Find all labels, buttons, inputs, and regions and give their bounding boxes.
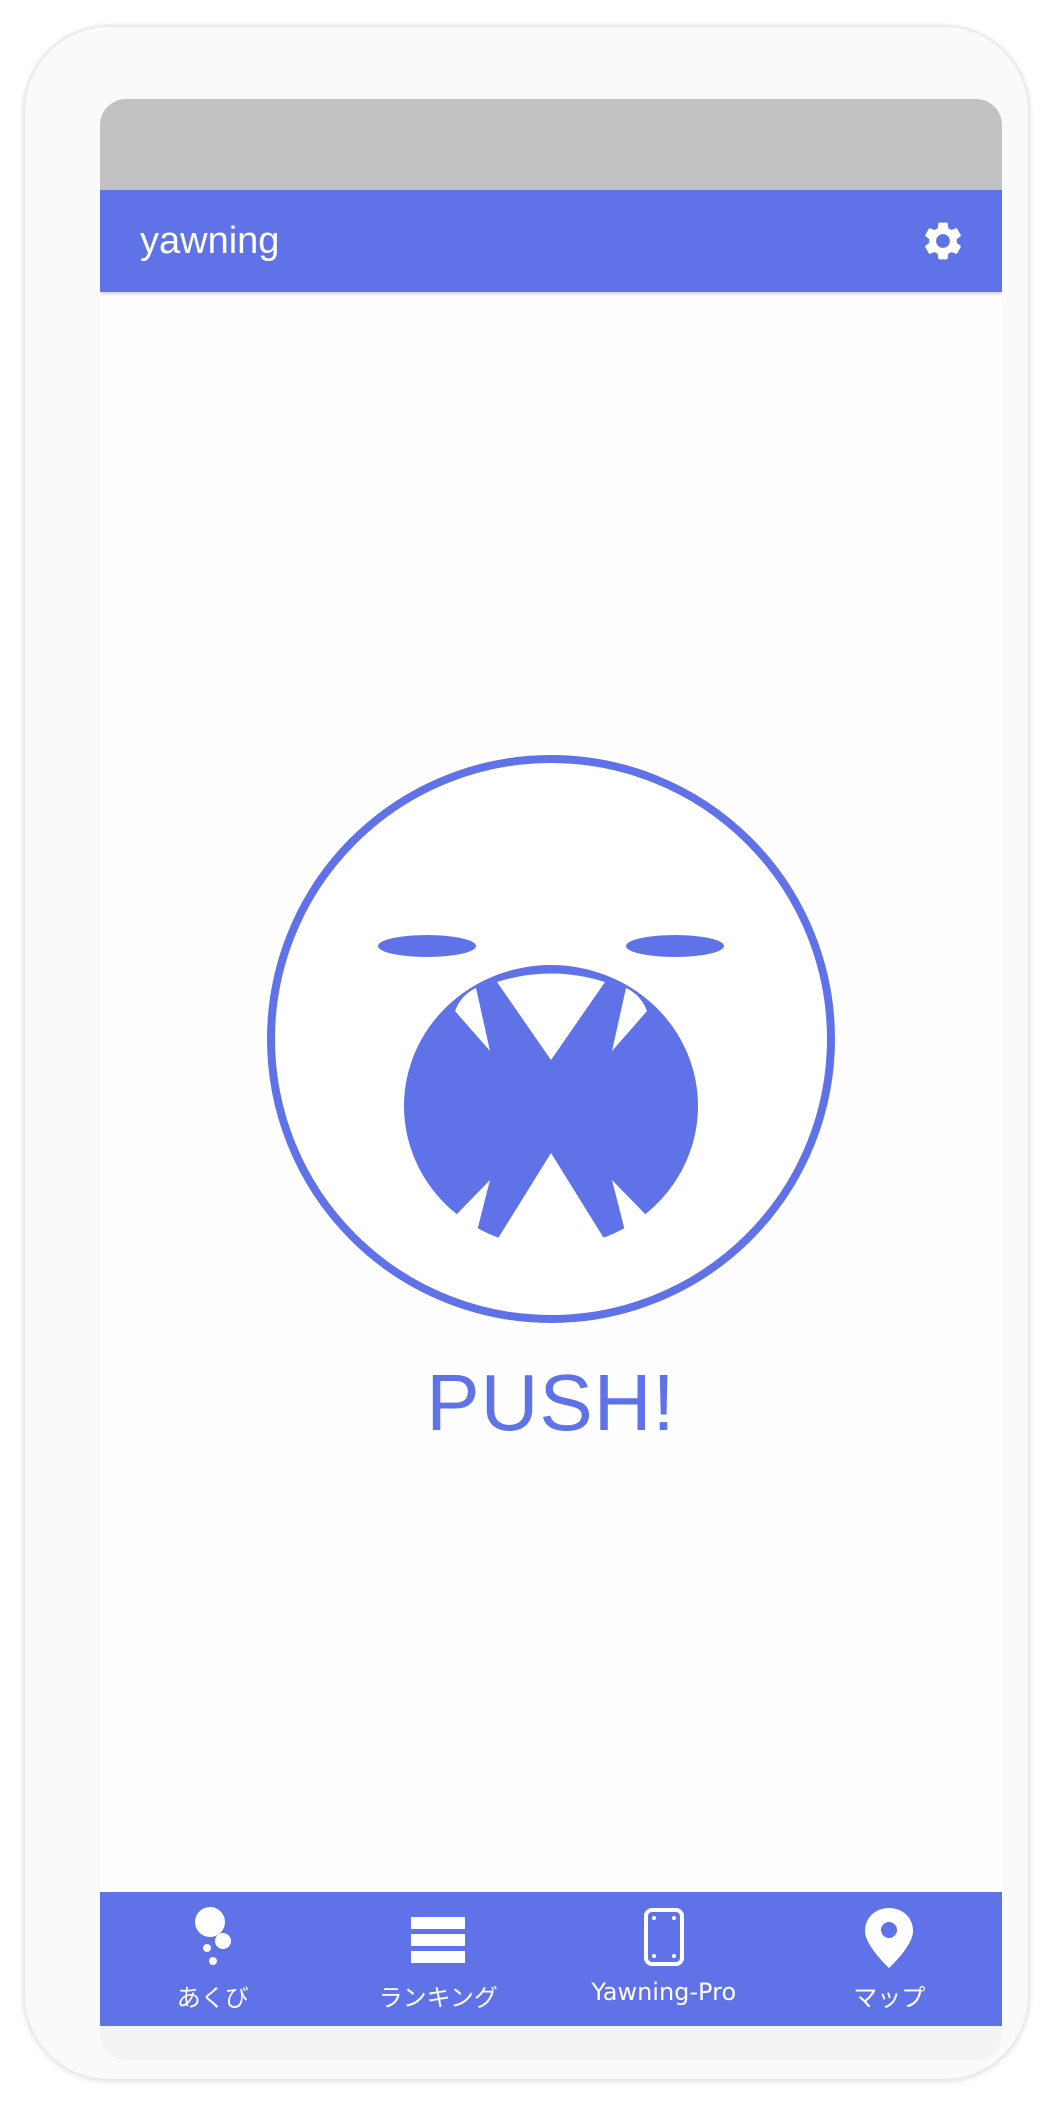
bubbles-icon [194,1907,231,1965]
phone-frame-icon [643,1908,684,1966]
yawn-button[interactable] [265,753,837,1325]
nav-item-map[interactable]: マップ [777,1892,1003,2026]
nav-item-ranking[interactable]: ランキング [326,1892,552,2026]
app-title: yawning [140,220,280,262]
status-bar [100,99,1002,190]
nav-label: ランキング [378,1984,498,2012]
push-label[interactable]: PUSH! [100,1357,1002,1449]
app-screen: yawning PUSH! あくび ランキング Yawning-Pro マップ [100,99,1002,2060]
map-pin-icon [865,1908,914,1968]
system-nav-strip [100,2026,1002,2060]
yawning-face-icon [267,755,835,1323]
nav-label: マップ [853,1984,926,2012]
nav-item-yawning-pro[interactable]: Yawning-Pro [551,1892,777,2026]
nav-label: あくび [176,1984,249,2012]
device-frame: yawning PUSH! あくび ランキング Yawning-Pro マップ [25,27,1028,2079]
gear-icon [925,222,961,260]
list-icon [411,1917,466,1963]
nav-label: Yawning-Pro [591,1978,737,2006]
app-bar: yawning [100,190,1002,292]
bottom-nav: あくび ランキング Yawning-Pro マップ [100,1892,1002,2026]
nav-item-akubi[interactable]: あくび [100,1892,326,2026]
main-content: PUSH! [100,292,1002,1892]
settings-button[interactable] [920,218,966,264]
